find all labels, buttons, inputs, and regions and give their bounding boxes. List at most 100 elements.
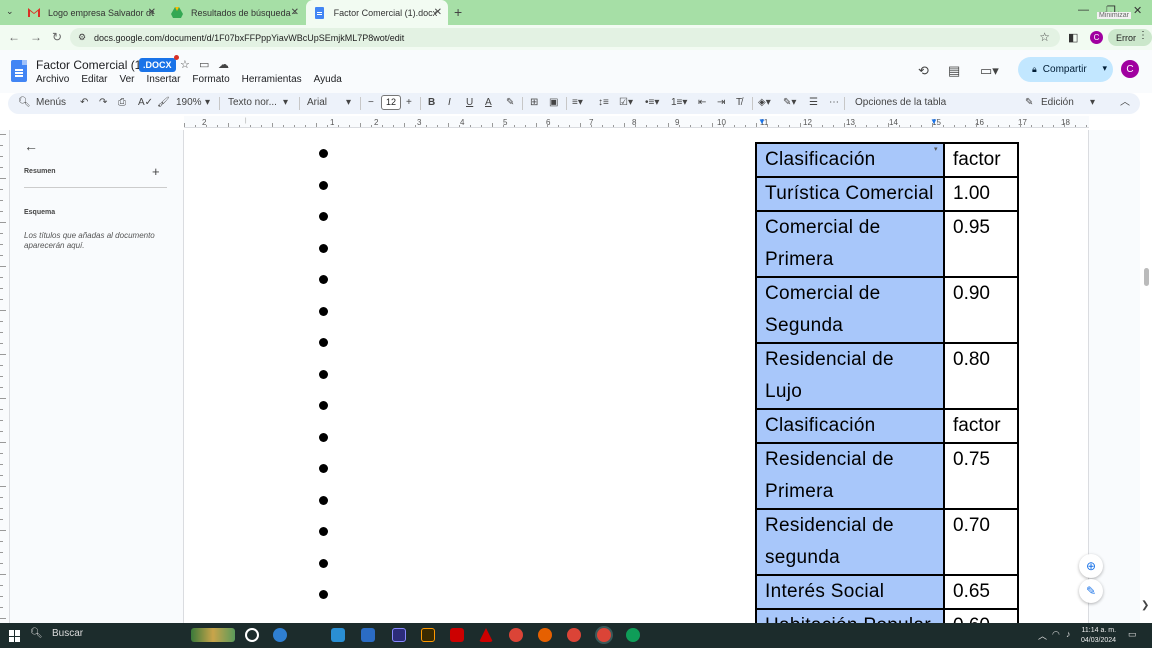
table-cell[interactable]: Comercial de Primera <box>755 210 945 278</box>
table-row[interactable]: Residencial de segunda 0.70 <box>755 508 1019 576</box>
table-cell[interactable]: Interés Social <box>755 574 945 610</box>
firefox-icon[interactable] <box>538 628 552 642</box>
site-info-icon[interactable]: ⚙ <box>78 32 86 43</box>
paint-format-icon[interactable]: 🖌︎ <box>157 96 170 110</box>
menu-editar[interactable]: Editar <box>81 74 107 85</box>
notifications-icon[interactable]: ▭ <box>1128 629 1137 640</box>
undo-icon[interactable]: ↶ <box>80 96 88 110</box>
edit-mode-icon[interactable]: ✎ <box>1025 96 1033 110</box>
chevron-down-icon[interactable]: ▾ <box>346 96 351 110</box>
table-row[interactable]: Comercial de Segunda 0.90 <box>755 276 1019 344</box>
table-cell[interactable]: 0.65 <box>943 574 1019 610</box>
table-cell[interactable]: Clasificación <box>755 408 945 444</box>
history-icon[interactable]: ⟲ <box>918 63 929 79</box>
italic-icon[interactable]: I <box>448 96 451 110</box>
table-cell[interactable]: Residencial de Primera <box>755 442 945 510</box>
chevron-down-icon[interactable]: ▾ <box>283 96 288 110</box>
font-size-input[interactable]: 12 <box>381 95 401 110</box>
close-window-icon[interactable]: ✕ <box>1133 4 1142 17</box>
table-cell[interactable]: Comercial de Segunda <box>755 276 945 344</box>
mail-icon[interactable] <box>361 628 375 642</box>
menu-archivo[interactable]: Archivo <box>36 74 69 85</box>
tab-factor-comercial[interactable]: Factor Comercial (1).docx - Goo ✕ <box>306 0 448 25</box>
search-menus-icon[interactable]: 🔍︎ <box>18 96 31 110</box>
cell-menu-icon[interactable]: ▾ <box>934 145 938 153</box>
table-row[interactable]: Residencial de Primera 0.75 <box>755 442 1019 510</box>
reload-icon[interactable]: ↻ <box>52 30 62 44</box>
insert-link-icon[interactable]: ⊞ <box>530 96 538 110</box>
menu-formato[interactable]: Formato <box>192 74 229 85</box>
clear-formatting-icon[interactable]: T̸ <box>736 96 742 110</box>
table-row[interactable]: Interés Social 0.65 <box>755 574 1019 610</box>
table-cell[interactable]: Residencial de segunda <box>755 508 945 576</box>
table-row[interactable]: Clasificación factor <box>755 408 1019 444</box>
increase-indent-icon[interactable]: ⇥ <box>717 96 725 110</box>
table-cell[interactable]: Residencial de Lujo <box>755 342 945 410</box>
table-row[interactable]: Turística Comercial 1.00 <box>755 176 1019 212</box>
style-select[interactable]: Texto nor... <box>228 96 277 110</box>
side-panel-toggle-icon[interactable]: ❯ <box>1141 600 1149 611</box>
table-cell[interactable]: 0.80 <box>943 342 1019 410</box>
star-icon[interactable]: ☆ <box>180 58 190 71</box>
table-cell[interactable]: factor <box>943 142 1019 178</box>
tray-chevron-icon[interactable]: ︿ <box>1038 629 1047 642</box>
adobe-icon[interactable] <box>479 628 493 642</box>
edge-icon[interactable] <box>273 628 287 642</box>
highlight-icon[interactable]: ✎ <box>506 96 514 110</box>
suggest-edit-icon[interactable]: ✎ <box>1079 579 1103 603</box>
store-icon[interactable] <box>331 628 345 642</box>
minimize-icon[interactable]: — <box>1078 4 1089 16</box>
underline-icon[interactable]: U <box>466 96 473 110</box>
table-row[interactable]: Comercial de Primera 0.95 <box>755 210 1019 278</box>
font-select[interactable]: Arial <box>307 96 327 110</box>
menu-ver[interactable]: Ver <box>119 74 134 85</box>
table-options-button[interactable]: Opciones de la tabla <box>855 96 946 110</box>
move-folder-icon[interactable]: ▭ <box>199 58 209 71</box>
tab-search-results[interactable]: Resultados de búsqueda - Goo ✕ <box>163 0 305 25</box>
chrome-profile-icon[interactable] <box>567 628 581 642</box>
table-cell[interactable]: 0.70 <box>943 508 1019 576</box>
indent-marker-icon[interactable]: ▼ <box>758 117 766 126</box>
photoshop-icon[interactable] <box>392 628 406 642</box>
zoom-select[interactable]: 190% <box>176 96 202 110</box>
windows-start-icon[interactable] <box>9 630 21 642</box>
insert-comment-icon[interactable]: ▣ <box>549 96 558 110</box>
forward-icon[interactable]: → <box>30 30 42 44</box>
bulleted-list-icon[interactable]: •≡▾ <box>645 96 659 110</box>
table-cell[interactable]: 1.00 <box>943 176 1019 212</box>
add-summary-icon[interactable]: + <box>152 164 160 179</box>
close-tab-icon[interactable]: ✕ <box>291 7 299 18</box>
chevron-down-icon[interactable]: ▾ <box>1102 63 1107 74</box>
table-cell[interactable]: Clasificación <box>755 142 945 178</box>
close-tab-icon[interactable]: ✕ <box>148 7 156 18</box>
mode-select[interactable]: Edición <box>1041 96 1074 110</box>
vertical-scrollbar-thumb[interactable] <box>1144 268 1149 286</box>
comments-icon[interactable]: ▤ <box>948 63 960 79</box>
side-panel-icon[interactable]: ◧ <box>1068 31 1078 44</box>
wifi-icon[interactable]: ◠ <box>1052 629 1060 640</box>
table-cell[interactable]: factor <box>943 408 1019 444</box>
profile-avatar[interactable]: C <box>1090 31 1103 44</box>
cell-fill-icon[interactable]: ◈▾ <box>758 96 771 110</box>
table-cell[interactable]: Turística Comercial <box>755 176 945 212</box>
acrobat-icon[interactable] <box>450 628 464 642</box>
chevron-down-icon[interactable]: ▾ <box>205 96 210 110</box>
border-color-icon[interactable]: ✎▾ <box>783 96 796 110</box>
chrome-active-icon[interactable] <box>597 628 611 642</box>
line-spacing-icon[interactable]: ↕≡ <box>598 96 609 110</box>
menu-ayuda[interactable]: Ayuda <box>314 74 342 85</box>
table-cell[interactable]: 0.75 <box>943 442 1019 510</box>
tab-gmail[interactable]: Logo empresa Salvador de la R ✕ <box>20 0 162 25</box>
chevron-down-icon[interactable]: ▾ <box>1090 96 1095 110</box>
volume-icon[interactable]: ♪ <box>1066 629 1071 639</box>
numbered-list-icon[interactable]: 1≡▾ <box>671 96 687 110</box>
spellcheck-icon[interactable]: A✓ <box>138 96 153 110</box>
text-color-icon[interactable]: A <box>485 96 492 110</box>
add-comment-icon[interactable]: ⊕ <box>1079 554 1103 578</box>
chrome-icon[interactable] <box>509 628 523 642</box>
table-row[interactable]: Residencial de Lujo 0.80 <box>755 342 1019 410</box>
bold-icon[interactable]: B <box>428 96 435 110</box>
border-width-icon[interactable]: ☰ <box>809 96 818 110</box>
decrease-indent-icon[interactable]: ⇤ <box>698 96 706 110</box>
share-button[interactable]: 🔒︎ Compartir ▾ <box>1018 57 1113 82</box>
